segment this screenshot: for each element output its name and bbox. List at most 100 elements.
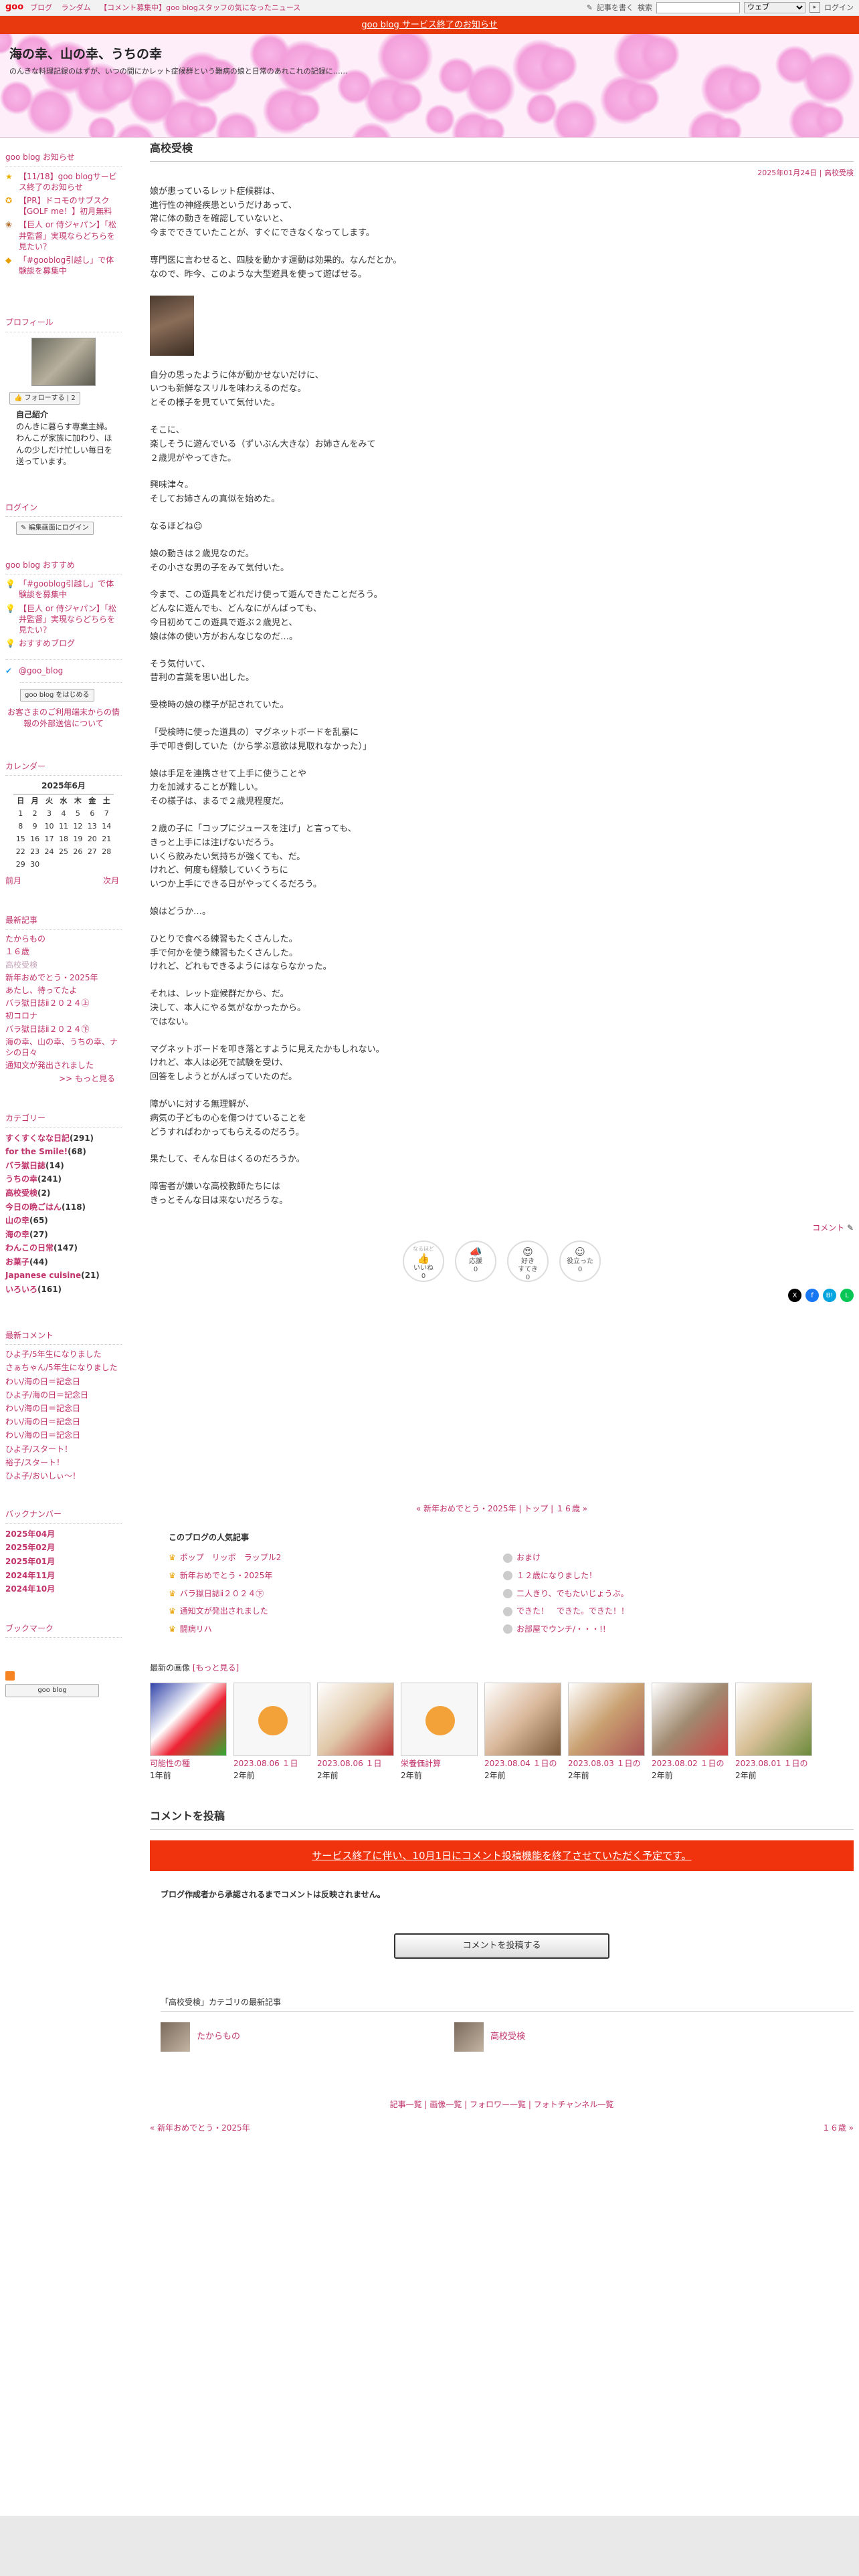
recent-article-link[interactable]: 新年おめでとう・2025年 xyxy=(5,972,122,983)
category-link[interactable]: わんこの日常(147) xyxy=(5,1242,122,1255)
recommend-item[interactable]: 💡 おすすめブログ xyxy=(5,638,122,649)
latest-image-item[interactable]: 2023.08.01 １日の 2年前 xyxy=(735,1683,812,1782)
recent-article-link[interactable]: あたし、待ってたよ xyxy=(5,985,122,996)
recent-more-link[interactable]: >> もっと見る xyxy=(5,1073,115,1085)
recent-comment-link[interactable]: ひよ子/おいしぃ〜！ xyxy=(5,1471,122,1481)
calendar-day[interactable]: 28 xyxy=(100,845,114,858)
line-share-icon[interactable]: L xyxy=(840,1289,854,1303)
latest-image-item[interactable]: 2023.08.03 １日の 2年前 xyxy=(568,1683,645,1782)
recent-article-link[interactable]: 初コロナ xyxy=(5,1010,122,1021)
popular-article-link[interactable]: おまけ xyxy=(503,1551,838,1564)
recent-article-link[interactable]: 通知文が発出されました xyxy=(5,1060,122,1071)
recent-comment-link[interactable]: ひよ子/スタート！ xyxy=(5,1444,122,1455)
popular-article-link[interactable]: ♛ 通知文が発出されました xyxy=(169,1605,503,1618)
footer-links[interactable]: 記事一覧 | 画像一覧 | フォロワー一覧 | フォトチャンネル一覧 xyxy=(150,2099,854,2111)
category-link[interactable]: 山の幸(65) xyxy=(5,1214,122,1227)
backnumber-link[interactable]: 2024年11月 xyxy=(5,1570,122,1582)
category-link[interactable]: うちの幸(241) xyxy=(5,1173,122,1186)
calendar-day[interactable]: 22 xyxy=(13,845,27,858)
calendar-day[interactable]: 4 xyxy=(56,807,70,820)
calendar-day[interactable]: 6 xyxy=(85,807,99,820)
recommend-item[interactable]: 💡 「#gooblog引越し」で体験談を募集中 xyxy=(5,578,122,600)
category-link[interactable]: for the Smile!(68) xyxy=(5,1146,122,1158)
recent-article-link[interactable]: バラ獄日誌ⅱ２０２４㊤ xyxy=(5,998,122,1008)
popular-article-link[interactable]: ♛ バラ獄日誌ⅱ２０２４㊦ xyxy=(169,1588,503,1600)
editor-login-button[interactable]: ✎ 編集画面にログイン xyxy=(16,522,94,535)
popular-article-link[interactable]: できた！ できた。できた！！ xyxy=(503,1605,838,1618)
info-section-title[interactable]: goo blog お知らせ xyxy=(5,151,122,167)
category-link[interactable]: すくすくなな日記(291) xyxy=(5,1132,122,1145)
search-go-icon[interactable]: ▸ xyxy=(809,2,820,13)
bottom-pager-next[interactable]: １６歳 » xyxy=(822,2122,854,2135)
recommend-item[interactable]: 💡 【巨人 or 侍ジャパン】「松井監督」実現ならどちらを見たい？ xyxy=(5,603,122,636)
recent-article-link[interactable]: 海の幸、山の幸、うちの幸、ナシの日々 xyxy=(5,1037,122,1058)
recent-comment-link[interactable]: わい/海の日＝記念日 xyxy=(5,1430,122,1440)
latest-image-item[interactable]: 2023.08.04 １日の 2年前 xyxy=(484,1683,561,1782)
goo-logo[interactable]: goo xyxy=(5,1,23,14)
latest-images-more[interactable]: [もっと見る] xyxy=(193,1663,239,1673)
calendar-day[interactable]: 17 xyxy=(42,833,56,845)
reaction-button[interactable]: 😍 好き すてき 0 xyxy=(507,1241,549,1283)
recent-comment-link[interactable]: 裕子/スタート！ xyxy=(5,1457,122,1468)
recent-comment-link[interactable]: わい/海の日＝記念日 xyxy=(5,1403,122,1414)
calendar-day[interactable]: 7 xyxy=(100,807,114,820)
search-scope-select[interactable]: ウェブ xyxy=(744,1,805,13)
write-article-link[interactable]: 記事を書く xyxy=(597,2,634,13)
category-link[interactable]: バラ獄日誌(14) xyxy=(5,1160,122,1172)
rss-badge[interactable]: goo blog xyxy=(5,1684,99,1697)
calendar-day[interactable]: 24 xyxy=(42,845,56,858)
calendar-day[interactable]: 9 xyxy=(27,820,41,833)
nav-news[interactable]: 【コメント募集中】goo blogスタッフの気になったニュース xyxy=(100,3,300,12)
popular-article-link[interactable]: お部屋でウンチ/・・・!! xyxy=(503,1623,838,1636)
popular-article-link[interactable]: 二人きり、でもたいじょうぶ。 xyxy=(503,1588,838,1600)
backnumber-link[interactable]: 2025年01月 xyxy=(5,1555,122,1568)
pager-top[interactable]: トップ xyxy=(524,1504,548,1513)
calendar-day[interactable]: 5 xyxy=(71,807,85,820)
reaction-button[interactable]: 📣 応援 0 xyxy=(455,1241,496,1283)
calendar-prev[interactable]: 前月 xyxy=(5,875,21,887)
recent-comment-link[interactable]: わい/海の日＝記念日 xyxy=(5,1376,122,1387)
popular-article-link[interactable]: ♛ ポップ リッポ ラップル2 xyxy=(169,1551,503,1564)
reaction-button[interactable]: なるほど 👍 いいね 0 xyxy=(403,1241,444,1283)
twitter-link[interactable]: ✔ @goo_blog xyxy=(5,659,122,676)
recent-comment-link[interactable]: ひよ子/海の日＝記念日 xyxy=(5,1390,122,1400)
service-end-notice[interactable]: goo blog サービス終了のお知らせ xyxy=(0,16,859,34)
popular-article-link[interactable]: ♛ 闘病リハ xyxy=(169,1623,503,1636)
calendar-day[interactable]: 13 xyxy=(85,820,99,833)
info-item[interactable]: ★ 【11/18】goo blogサービス終了のお知らせ xyxy=(5,171,122,193)
category-link[interactable]: 高校受検(2) xyxy=(5,1187,122,1200)
category-link[interactable]: 海の幸(27) xyxy=(5,1228,122,1241)
search-input[interactable] xyxy=(656,1,740,13)
popular-article-link[interactable]: １２歳になりました！ xyxy=(503,1570,838,1582)
pager-prev[interactable]: « 新年おめでとう・2025年 xyxy=(416,1504,516,1513)
calendar-day[interactable]: 20 xyxy=(85,833,99,845)
calendar-day[interactable]: 16 xyxy=(27,833,41,845)
recent-article-link[interactable]: たからもの xyxy=(5,934,122,944)
recent-article-link[interactable]: バラ獄日誌ⅱ２０２４㊦ xyxy=(5,1024,122,1035)
category-link[interactable]: お菓子(44) xyxy=(5,1256,122,1269)
calendar-day[interactable]: 27 xyxy=(85,845,99,858)
info-item[interactable]: ✪ 【PR】ドコモのサブスク【GOLF me！】初月無料 xyxy=(5,195,122,217)
rss-icon[interactable] xyxy=(5,1671,15,1681)
post-comment-button[interactable]: コメントを投稿する xyxy=(394,1933,609,1959)
calendar-day[interactable]: 2 xyxy=(27,807,41,820)
recent-article-link[interactable]: １６歳 xyxy=(5,946,122,957)
calendar-day[interactable]: 14 xyxy=(100,820,114,833)
calendar-day[interactable]: 29 xyxy=(13,858,27,871)
backnumber-link[interactable]: 2025年02月 xyxy=(5,1541,122,1554)
latest-image-item[interactable]: 可能性の種 1年前 xyxy=(150,1683,227,1782)
pager-next[interactable]: １６歳 » xyxy=(556,1504,587,1513)
latest-image-item[interactable]: 2023.08.02 １日の 2年前 xyxy=(652,1683,729,1782)
recent-comment-link[interactable]: わい/海の日＝記念日 xyxy=(5,1416,122,1427)
external-notice-link[interactable]: お客さまのご利用端末からの情報の外部送信について xyxy=(5,707,122,730)
recent-article-link[interactable]: 高校受検 xyxy=(5,960,122,970)
calendar-day[interactable]: 15 xyxy=(13,833,27,845)
login-link[interactable]: ログイン xyxy=(824,2,854,13)
facebook-share-icon[interactable]: f xyxy=(805,1289,819,1303)
calendar-day[interactable]: 1 xyxy=(13,807,27,820)
entry-photo[interactable] xyxy=(150,295,194,356)
backnumber-link[interactable]: 2024年10月 xyxy=(5,1583,122,1596)
recent-comment-link[interactable]: ひよ子/5年生になりました xyxy=(5,1349,122,1360)
category-link[interactable]: Japanese cuisine(21) xyxy=(5,1269,122,1282)
comment-end-banner[interactable]: サービス終了に伴い、10月1日にコメント投稿機能を終了させていただく予定です。 xyxy=(150,1840,854,1872)
